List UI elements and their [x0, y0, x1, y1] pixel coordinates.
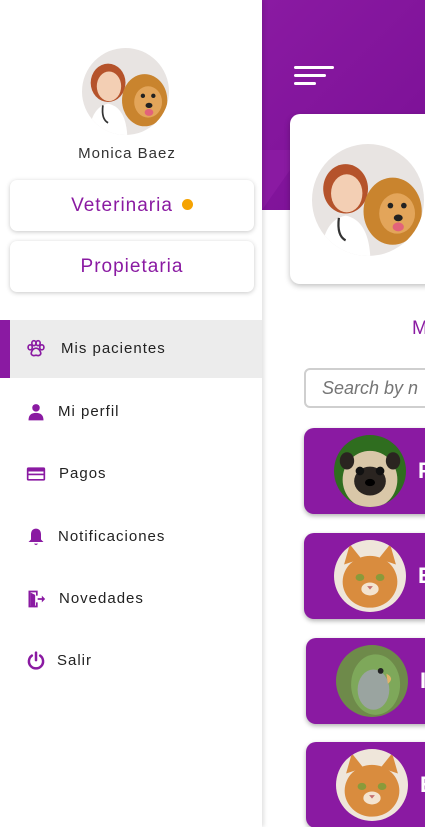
nav-label: Notificaciones: [58, 528, 166, 545]
main-screen: M F: [262, 0, 425, 827]
role-label: Propietaria: [80, 256, 184, 277]
nav-item-notificaciones[interactable]: Notificaciones: [0, 508, 262, 566]
nav-label: Mis pacientes: [61, 340, 166, 357]
role-button-veterinaria[interactable]: Veterinaria: [10, 180, 254, 231]
nav-label: Salir: [57, 652, 93, 669]
nav-label: Mi perfil: [58, 403, 120, 420]
nav-label: Pagos: [59, 465, 107, 482]
section-title: M: [412, 318, 425, 339]
search-input[interactable]: [304, 368, 425, 408]
exit-door-icon: [28, 590, 46, 608]
profile-card: [290, 114, 425, 284]
power-icon: [27, 651, 45, 670]
active-role-dot-icon: [181, 199, 193, 210]
bell-icon: [28, 528, 44, 546]
avatar[interactable]: [82, 48, 169, 135]
person-icon: [28, 404, 44, 421]
patient-name: F: [418, 458, 425, 483]
navigation-drawer: Monica Baez Veterinaria Propietaria Mis …: [0, 0, 262, 827]
nav-item-mi-perfil[interactable]: Mi perfil: [0, 383, 262, 441]
nav-label: Novedades: [59, 590, 144, 607]
user-name: Monica Baez: [78, 145, 176, 162]
patient-card[interactable]: F: [304, 428, 425, 514]
parrot-photo: [336, 645, 408, 717]
hamburger-menu-icon[interactable]: [294, 60, 336, 90]
patient-card[interactable]: E: [304, 533, 425, 619]
active-indicator: [0, 320, 10, 378]
credit-card-icon: [26, 467, 46, 481]
role-label: Veterinaria: [71, 195, 173, 216]
patient-card[interactable]: E: [306, 742, 425, 827]
patient-name: E: [418, 563, 425, 589]
patient-name: E: [420, 772, 425, 798]
nav-item-mis-pacientes[interactable]: Mis pacientes: [0, 320, 262, 378]
paw-icon: [27, 339, 45, 357]
app-root: M F: [0, 0, 425, 827]
cat-photo: [334, 540, 406, 612]
pug-photo: [334, 435, 406, 507]
patient-card[interactable]: I: [306, 638, 425, 724]
nav-item-novedades[interactable]: Novedades: [0, 570, 262, 628]
patient-name: I: [420, 668, 425, 693]
nav-item-pagos[interactable]: Pagos: [0, 445, 262, 503]
role-button-propietaria[interactable]: Propietaria: [10, 241, 254, 292]
vet-with-dog-photo: [312, 144, 424, 256]
cat-photo: [336, 749, 408, 821]
nav-item-salir[interactable]: Salir: [0, 632, 262, 690]
